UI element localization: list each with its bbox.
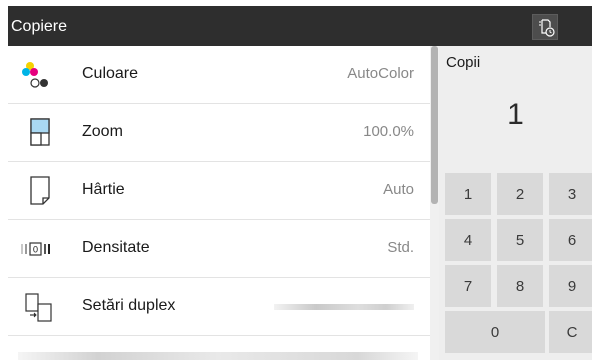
clear-key[interactable]: C (549, 311, 592, 353)
duplex-value-bar (274, 304, 414, 310)
job-list-icon[interactable] (532, 14, 558, 40)
key-8[interactable]: 8 (497, 265, 543, 307)
copies-label: Copii (446, 54, 481, 71)
key-5[interactable]: 5 (497, 219, 543, 261)
title-bar: Copiere (8, 6, 592, 46)
setting-density[interactable]: 0 Densitate Std. (8, 220, 430, 278)
key-7[interactable]: 7 (445, 265, 491, 307)
setting-value: Auto (383, 181, 414, 198)
copies-panel: Copii 1 1 2 3 4 5 6 7 8 9 0 C (439, 46, 592, 360)
list-scrollbar[interactable] (430, 46, 439, 360)
settings-list: Culoare AutoColor Zoom 100.0% Hârtie Aut… (8, 46, 430, 360)
setting-value: 100.0% (363, 123, 414, 140)
key-3[interactable]: 3 (549, 173, 592, 215)
scrollbar-thumb[interactable] (431, 46, 438, 204)
key-1[interactable]: 1 (445, 173, 491, 215)
key-4[interactable]: 4 (445, 219, 491, 261)
key-0[interactable]: 0 (445, 311, 545, 353)
setting-duplex[interactable]: Setări duplex (8, 278, 430, 336)
setting-label: Densitate (82, 239, 150, 256)
key-6[interactable]: 6 (549, 219, 592, 261)
setting-zoom[interactable]: Zoom 100.0% (8, 104, 430, 162)
duplex-icon (18, 290, 54, 324)
key-9[interactable]: 9 (549, 265, 592, 307)
setting-color[interactable]: Culoare AutoColor (8, 46, 430, 104)
setting-paper[interactable]: Hârtie Auto (8, 162, 430, 220)
setting-label: Culoare (82, 65, 139, 82)
zoom-icon (18, 116, 54, 150)
setting-label: Zoom (82, 123, 123, 140)
setting-value: AutoColor (347, 65, 414, 82)
color-icon (18, 58, 54, 92)
setting-label: Setări duplex (82, 297, 176, 314)
density-icon: 0 (18, 232, 54, 266)
key-2[interactable]: 2 (497, 173, 543, 215)
page-title: Copiere (11, 18, 68, 35)
setting-label: Hârtie (82, 181, 125, 198)
copies-count: 1 (507, 98, 524, 131)
paper-icon (18, 174, 54, 208)
divider (8, 335, 430, 336)
setting-value: Std. (387, 239, 414, 256)
svg-text:0: 0 (33, 246, 39, 256)
partial-list-item (18, 352, 418, 360)
